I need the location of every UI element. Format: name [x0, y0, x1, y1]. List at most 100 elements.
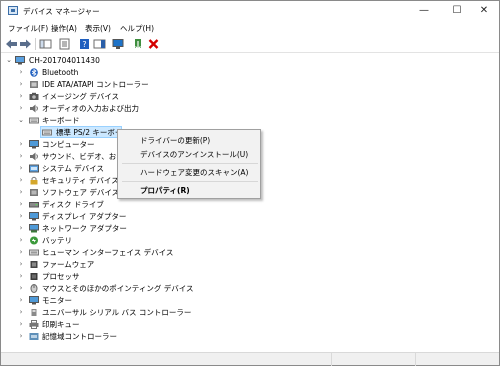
tree-item-network-adapters[interactable]: › ネットワーク アダプター	[3, 223, 243, 234]
menu-separator	[122, 163, 258, 164]
tree-item-label: ディスプレイ アダプター	[42, 212, 127, 221]
tree-item-mice[interactable]: › マウスとそのほかのポインティング デバイス	[3, 283, 283, 294]
minimize-button[interactable]: —	[409, 1, 439, 21]
help-icon[interactable]: ?	[78, 38, 91, 50]
tree-root-label: CH-201704011430	[29, 56, 100, 65]
camera-icon	[29, 92, 39, 100]
tree-item-processors[interactable]: › プロセッサ	[3, 271, 243, 282]
tree-item-keyboards[interactable]: ⌄ キーボード	[3, 115, 243, 126]
firmware-chip-icon	[30, 261, 38, 268]
chevron-right-icon[interactable]: ›	[17, 151, 25, 162]
chevron-right-icon[interactable]: ›	[17, 247, 25, 258]
back-icon[interactable]	[5, 38, 18, 50]
tree-item-audio-io[interactable]: › オーディオの入力および出力	[3, 103, 243, 114]
tree-item-storage-controllers[interactable]: › 記憶域コントローラー	[3, 331, 243, 342]
tree-item-monitors[interactable]: › モニター	[3, 295, 243, 306]
tree-item-label: プロセッサ	[42, 272, 80, 281]
chevron-right-icon[interactable]: ›	[17, 67, 25, 78]
chevron-right-icon[interactable]: ›	[17, 235, 25, 246]
status-pane	[415, 353, 499, 366]
disk-drive-icon	[29, 202, 39, 208]
menu-item-properties[interactable]: プロパティ(R)	[140, 185, 190, 196]
menu-item-scan-hardware[interactable]: ハードウェア変更のスキャン(A)	[140, 167, 248, 178]
tree-item-print-queues[interactable]: › 印刷キュー	[3, 319, 243, 330]
status-bar	[1, 352, 499, 366]
chevron-right-icon[interactable]: ›	[17, 259, 25, 270]
status-pane	[331, 353, 415, 366]
device-manager-window: デバイス マネージャー — ☐ ✕ ファイル(F) 操作(A) 表示(V) ヘル…	[0, 0, 500, 366]
action-pane-icon[interactable]	[93, 38, 106, 50]
tree-item-label: コンピューター	[42, 140, 95, 149]
security-lock-icon	[30, 176, 38, 185]
chevron-right-icon[interactable]: ›	[17, 331, 25, 342]
menu-item-uninstall-device[interactable]: デバイスのアンインストール(U)	[140, 149, 248, 160]
menu-view[interactable]: 表示(V)	[83, 22, 113, 35]
tree-item-display-adapters[interactable]: › ディスプレイ アダプター	[3, 211, 243, 222]
tree-item-label: システム デバイス	[42, 164, 104, 173]
display-adapter-icon	[29, 212, 39, 221]
show-hide-tree-icon[interactable]	[39, 38, 52, 50]
tree-item-ide-ata[interactable]: › IDE ATA/ATAPI コントローラー	[3, 79, 243, 90]
tree-item-disk-drives[interactable]: › ディスク ドライブ	[3, 199, 243, 210]
battery-icon	[30, 236, 38, 245]
menu-separator	[122, 181, 258, 182]
chevron-right-icon[interactable]: ›	[17, 223, 25, 234]
update-driver-icon[interactable]	[132, 38, 145, 50]
tree-root[interactable]: ⌄ CH-201704011430	[3, 55, 203, 66]
tree-item-label: ヒューマン インターフェイス デバイス	[42, 248, 174, 257]
menu-action[interactable]: 操作(A)	[49, 22, 79, 35]
tree-item-label: バッテリ	[42, 236, 72, 245]
tree-item-label: ネットワーク アダプター	[42, 224, 127, 233]
device-tree: ⌄ CH-201704011430 › Bluetooth › IDE ATA/…	[3, 54, 497, 352]
forward-icon[interactable]	[19, 38, 32, 50]
chevron-right-icon[interactable]: ›	[17, 295, 25, 306]
properties-icon[interactable]	[58, 38, 71, 50]
close-button[interactable]: ✕	[469, 1, 499, 21]
storage-controller-icon	[29, 333, 39, 340]
device-manager-app-icon	[8, 6, 18, 15]
chevron-right-icon[interactable]: ›	[17, 199, 25, 210]
tree-item-label: キーボード	[42, 116, 80, 125]
speaker-icon	[30, 104, 38, 113]
monitor-icon	[29, 296, 39, 305]
software-device-icon	[30, 189, 38, 196]
tree-item-bluetooth[interactable]: › Bluetooth	[3, 67, 243, 78]
chevron-right-icon[interactable]: ›	[17, 139, 25, 150]
tree-item-usb-controllers[interactable]: › ユニバーサル シリアル バス コントローラー	[3, 307, 263, 318]
usb-icon	[31, 309, 37, 316]
chevron-right-icon[interactable]: ›	[17, 187, 25, 198]
tree-item-label: ソフトウェア デバイス	[42, 188, 120, 197]
window-title: デバイス マネージャー	[23, 7, 100, 16]
scan-hardware-icon[interactable]	[112, 38, 125, 50]
tree-item-batteries[interactable]: › バッテリ	[3, 235, 243, 246]
uninstall-icon[interactable]	[147, 38, 160, 50]
mouse-icon	[30, 284, 38, 293]
menu-help[interactable]: ヘルプ(H)	[118, 22, 156, 35]
chevron-right-icon[interactable]: ›	[17, 319, 25, 330]
hid-icon	[29, 249, 39, 256]
chevron-right-icon[interactable]: ›	[17, 307, 25, 318]
keyboard-icon	[29, 117, 39, 124]
chevron-down-icon[interactable]: ⌄	[5, 55, 13, 66]
tree-item-imaging[interactable]: › イメージング デバイス	[3, 91, 243, 102]
chevron-right-icon[interactable]: ›	[17, 211, 25, 222]
chevron-right-icon[interactable]: ›	[17, 283, 25, 294]
chevron-right-icon[interactable]: ›	[17, 91, 25, 102]
tree-item-hid[interactable]: › ヒューマン インターフェイス デバイス	[3, 247, 263, 258]
chevron-down-icon[interactable]: ⌄	[17, 115, 25, 126]
chevron-right-icon[interactable]: ›	[17, 175, 25, 186]
tree-item-firmware[interactable]: › ファームウェア	[3, 259, 243, 270]
ide-controller-icon	[30, 81, 38, 88]
menu-file[interactable]: ファイル(F)	[6, 22, 50, 35]
maximize-button[interactable]: ☐	[442, 1, 472, 21]
chevron-right-icon[interactable]: ›	[17, 79, 25, 90]
bluetooth-icon	[30, 68, 38, 77]
chevron-right-icon[interactable]: ›	[17, 103, 25, 114]
tree-item-label: マウスとそのほかのポインティング デバイス	[42, 284, 194, 293]
menu-bar: ファイル(F) 操作(A) 表示(V) ヘルプ(H)	[1, 21, 499, 35]
chevron-right-icon[interactable]: ›	[17, 163, 25, 174]
menu-item-update-driver[interactable]: ドライバーの更新(P)	[140, 135, 210, 146]
chevron-right-icon[interactable]: ›	[17, 271, 25, 282]
tree-item-label: ファームウェア	[42, 260, 95, 269]
toolbar-separator	[35, 38, 36, 50]
